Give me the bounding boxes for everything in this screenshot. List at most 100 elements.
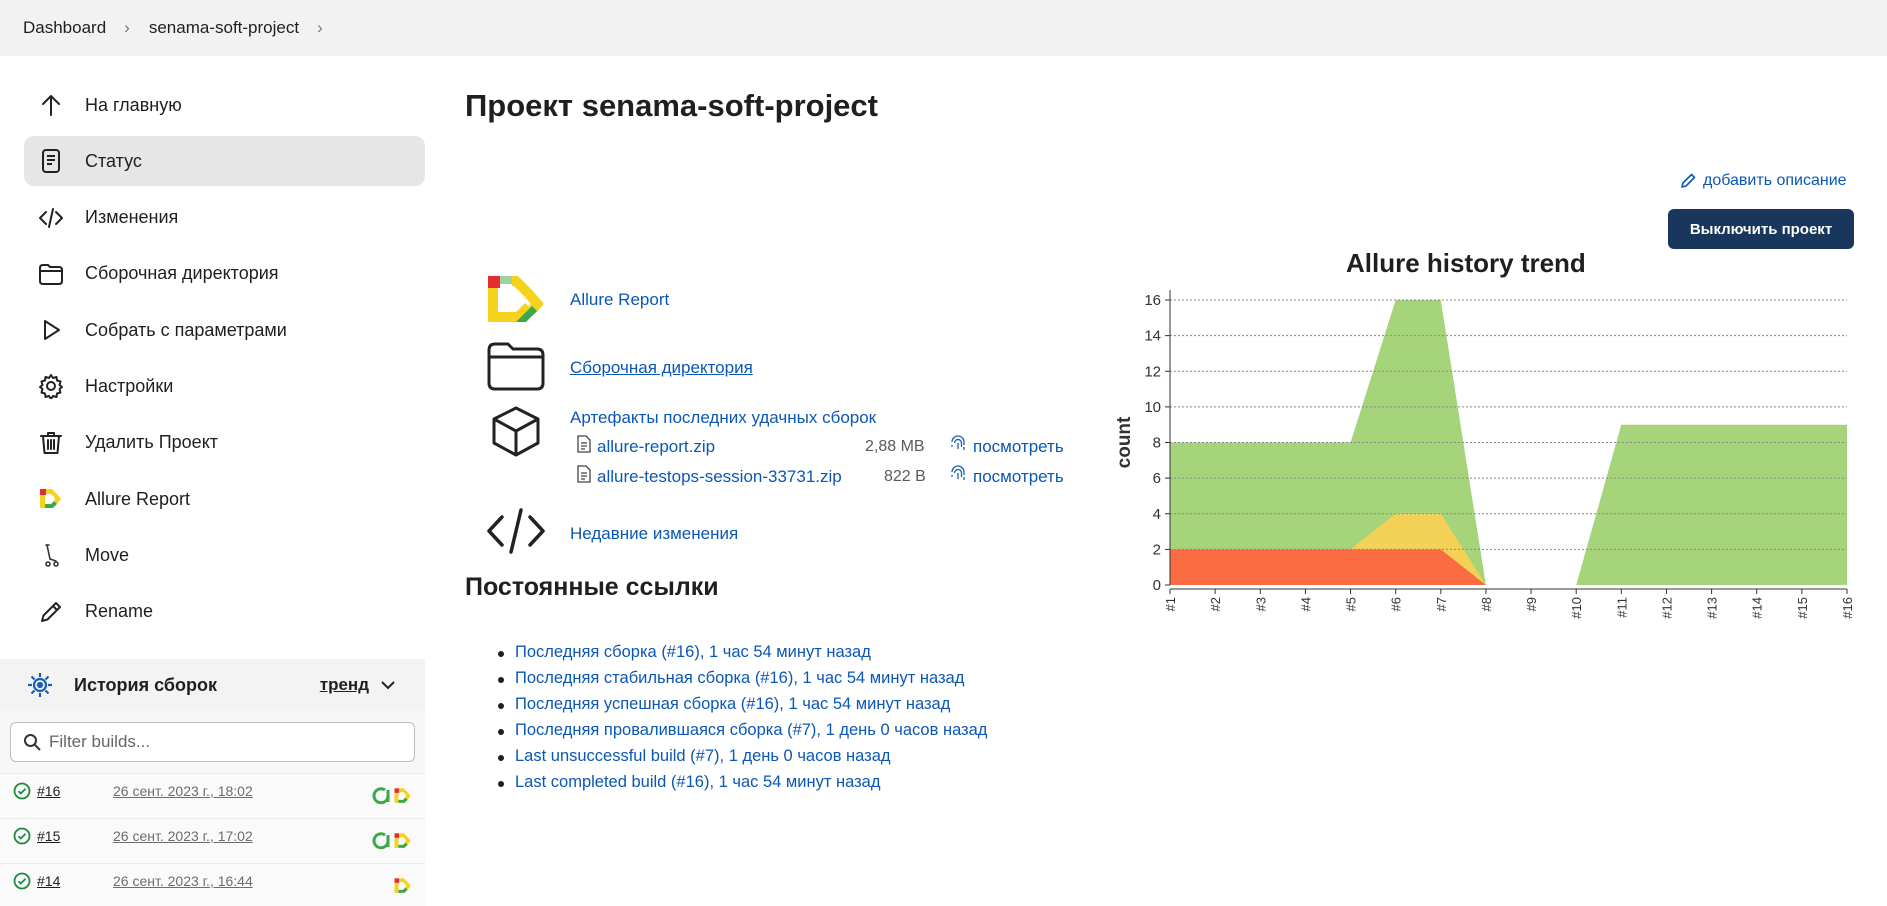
sidebar-item-build-with-params[interactable]: Собрать с параметрами (24, 305, 425, 355)
trash-icon (38, 430, 64, 456)
allure-icon[interactable] (393, 876, 413, 896)
workspace-link[interactable]: Сборочная директория (570, 358, 753, 378)
folder-icon (487, 342, 545, 391)
build-number[interactable]: #14 (37, 873, 60, 889)
list-item: Последняя провалившаяся сборка (#7), 1 д… (497, 721, 987, 747)
sidebar-item-label: Move (85, 544, 130, 565)
sidebar-item-changes[interactable]: Изменения (24, 193, 425, 243)
y-tick-label: 2 (1153, 541, 1161, 558)
permalink[interactable]: Последняя провалившаяся сборка (#7), 1 д… (515, 721, 987, 739)
artifacts-link[interactable]: Артефакты последних удачных сборок (570, 408, 876, 428)
permalink[interactable]: Последняя стабильная сборка (#16), 1 час… (515, 669, 964, 687)
y-tick-label: 8 (1153, 435, 1161, 452)
side-panel: На главную Статус Изменения Сборочная ди… (24, 80, 425, 643)
build-badges (371, 831, 413, 851)
build-history-title: История сборок (74, 674, 217, 695)
sidebar-item-label: Собрать с параметрами (85, 319, 287, 340)
recent-changes-link[interactable]: Недавние изменения (570, 524, 738, 544)
sidebar-item-status[interactable]: Статус (24, 136, 425, 187)
sidebar-item-workspace[interactable]: Сборочная директория (24, 249, 425, 299)
y-tick-label: 14 (1144, 328, 1161, 345)
x-tick-label: #11 (1614, 597, 1629, 618)
document-icon (38, 148, 64, 174)
allure-icon (38, 486, 64, 512)
build-row[interactable]: #16 26 сент. 2023 г., 18:02 (0, 773, 425, 818)
page-title: Проект senama-soft-project (465, 88, 878, 123)
filter-builds-input[interactable] (49, 732, 389, 752)
artifact-file-link[interactable]: allure-testops-session-33731.zip (597, 467, 842, 487)
permalink[interactable]: Последняя успешная сборка (#16), 1 час 5… (515, 695, 950, 713)
sidebar-item-home[interactable]: На главную (24, 80, 425, 130)
allure-icon[interactable] (393, 786, 413, 806)
build-date[interactable]: 26 сент. 2023 г., 18:02 (113, 783, 253, 799)
sidebar-item-label: На главную (85, 94, 182, 115)
build-history-header: История сборок тренд (0, 659, 425, 711)
build-badges (393, 876, 413, 896)
build-row[interactable]: #15 26 сент. 2023 г., 17:02 (0, 818, 425, 863)
package-icon (492, 406, 540, 457)
permalink[interactable]: Последняя сборка (#16), 1 час 54 минут н… (515, 643, 871, 661)
x-tick-label: #14 (1750, 597, 1765, 619)
permalink[interactable]: Last unsuccessful build (#7), 1 день 0 ч… (515, 747, 891, 765)
build-date[interactable]: 26 сент. 2023 г., 16:44 (113, 873, 253, 889)
y-tick-label: 12 (1144, 363, 1161, 380)
allure-history-trend-chart[interactable]: 0 2 4 6 8 10 12 14 16 #1 #2 #3 #4 #5 #6 #7 #8 #9 #10 #11 #12… (1110, 280, 1860, 635)
sidebar-item-delete-project[interactable]: Удалить Проект (24, 418, 425, 468)
allure-testops-icon[interactable] (371, 786, 391, 806)
allure-icon (488, 276, 544, 322)
permalinks-title: Постоянные ссылки (465, 573, 719, 601)
sidebar-item-rename[interactable]: Rename (24, 587, 425, 637)
x-tick-label: #7 (1434, 597, 1449, 611)
arrow-up-icon (38, 92, 64, 118)
file-icon (577, 465, 591, 483)
breadcrumb-dashboard[interactable]: Dashboard (23, 18, 106, 38)
chart-area-series-2 (1576, 424, 1847, 585)
sidebar-item-label: Изменения (85, 207, 179, 228)
list-item: Последняя успешная сборка (#16), 1 час 5… (497, 695, 987, 721)
artifact-size: 2,88 MB (865, 438, 925, 455)
build-row[interactable]: #14 26 сент. 2023 г., 16:44 (0, 863, 425, 906)
success-icon (13, 827, 31, 845)
success-icon (13, 782, 31, 800)
artifact-file-link[interactable]: allure-report.zip (597, 437, 715, 457)
sidebar-item-move[interactable]: Move (24, 530, 425, 580)
chevron-right-icon[interactable]: › (317, 18, 323, 38)
chart-title: Allure history trend (1346, 248, 1586, 278)
x-tick-label: #3 (1253, 597, 1268, 611)
x-tick-label: #6 (1389, 597, 1404, 611)
add-description-link[interactable]: добавить описание (1679, 172, 1847, 190)
build-date[interactable]: 26 сент. 2023 г., 17:02 (113, 828, 253, 844)
artifact-view-link[interactable]: посмотреть (973, 437, 1064, 457)
trend-link[interactable]: тренд (320, 675, 369, 695)
build-number[interactable]: #15 (37, 828, 60, 844)
breadcrumb: Dashboard › senama-soft-project › (0, 0, 1887, 56)
fingerprint-icon[interactable] (949, 465, 967, 483)
code-icon (38, 205, 64, 231)
sidebar-item-settings[interactable]: Настройки (24, 361, 425, 411)
permalinks-list: Последняя сборка (#16), 1 час 54 минут н… (497, 643, 987, 799)
sidebar-item-label: Allure Report (85, 488, 191, 509)
y-tick-label: 10 (1144, 399, 1161, 416)
y-tick-label: 16 (1144, 292, 1161, 309)
list-item: Last completed build (#16), 1 час 54 мин… (497, 773, 987, 799)
x-tick-label: #15 (1795, 597, 1810, 619)
sidebar-item-allure-report[interactable]: Allure Report (24, 474, 425, 524)
allure-report-link[interactable]: Allure Report (570, 290, 669, 310)
build-history-icon (28, 673, 52, 697)
search-icon (24, 734, 41, 751)
breadcrumb-project[interactable]: senama-soft-project (149, 18, 299, 38)
build-number[interactable]: #16 (37, 783, 60, 799)
disable-project-button[interactable]: Выключить проект (1668, 209, 1854, 249)
fingerprint-icon[interactable] (949, 435, 967, 453)
play-icon (38, 317, 64, 343)
y-axis-label: count (1114, 416, 1135, 468)
chevron-down-icon[interactable] (379, 676, 397, 694)
allure-icon[interactable] (393, 831, 413, 851)
x-tick-label: #4 (1298, 597, 1313, 611)
allure-testops-icon[interactable] (371, 831, 391, 851)
artifact-view-link[interactable]: посмотреть (973, 467, 1064, 487)
y-tick-label: 4 (1153, 506, 1161, 523)
chart-area-series-0 (1170, 549, 1486, 585)
filter-builds-field[interactable] (10, 722, 415, 762)
permalink[interactable]: Last completed build (#16), 1 час 54 мин… (515, 773, 880, 791)
